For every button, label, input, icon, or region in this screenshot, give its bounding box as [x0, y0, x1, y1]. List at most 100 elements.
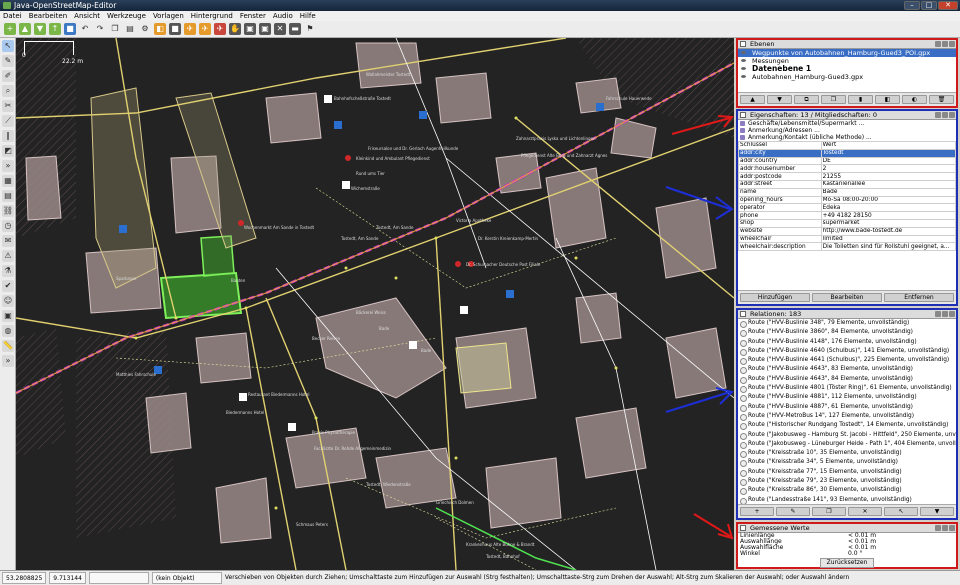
add-tag-button[interactable]: Hinzufügen [740, 293, 810, 302]
measurement-toggle-icon[interactable]: 📏 [2, 340, 14, 352]
menu-vorlagen[interactable]: Vorlagen [153, 11, 184, 21]
remove-tag-button[interactable]: Entfernen [884, 293, 954, 302]
duplicate-relation-icon[interactable]: ❐ [812, 507, 846, 516]
panel-detach-icon[interactable] [935, 41, 941, 47]
zoom-tool-icon[interactable]: ⌕ [2, 85, 14, 97]
paint-tool-icon[interactable]: ✐ [2, 70, 14, 82]
tag-key[interactable]: wheelchair [738, 234, 822, 244]
extrude-icon[interactable]: ◩ [2, 145, 14, 157]
panel-close-icon[interactable] [949, 525, 955, 531]
move-down-icon[interactable]: ▼ [767, 95, 792, 104]
tag-key[interactable]: name [738, 187, 822, 197]
table-row[interactable]: opening_hours Mo-Sa 08:00-20:00 [738, 195, 957, 205]
tag-key[interactable]: website [738, 226, 822, 236]
draw-tool-icon[interactable]: ✎ [2, 55, 14, 67]
delete-layer-icon[interactable]: 🗑 [929, 95, 954, 104]
panel-collapse-icon[interactable] [740, 525, 746, 531]
tag-key[interactable]: operator [738, 203, 822, 213]
layer-row[interactable]: Datenebene 1 [738, 65, 956, 73]
preset-link[interactable]: Anmerkung/Kontakt (übliche Methode) ... [738, 134, 956, 141]
list-item[interactable]: Route ("Kreisstraße 10", 35 Elemente, un… [738, 449, 956, 459]
properties-toggle-icon[interactable]: ▤ [2, 190, 14, 202]
tag-value[interactable]: 21255 [820, 172, 957, 181]
panel-collapse-icon[interactable] [740, 41, 746, 47]
tag-value[interactable]: DE [820, 156, 957, 166]
tool-a-icon[interactable]: ✈ [184, 23, 196, 35]
save-icon[interactable]: ■ [64, 23, 76, 35]
panel-close-icon[interactable] [949, 112, 955, 118]
tag-value[interactable]: supermarket [820, 218, 957, 228]
tag-value[interactable]: Tostedt [820, 148, 957, 158]
map-paint-icon[interactable]: ◍ [2, 325, 14, 337]
flag-icon[interactable]: ⚑ [304, 23, 316, 35]
merge-icon[interactable]: ⧉ [794, 95, 819, 104]
tag-value[interactable]: +49 4182 28150 [820, 211, 957, 220]
tag-value[interactable]: 2 [820, 164, 957, 174]
bus-icon[interactable]: ▣ [259, 23, 271, 35]
table-row[interactable]: name Bade [738, 187, 957, 197]
table-row[interactable]: addr:postcode 21255 [738, 172, 957, 181]
undo-icon[interactable]: ↶ [79, 23, 91, 35]
tag-key[interactable]: addr:street [738, 179, 822, 189]
tag-value[interactable]: Die Toiletten sind für Rollstuhl geeigne… [820, 242, 957, 252]
tool-b-icon[interactable]: ✈ [199, 23, 211, 35]
key-column-header[interactable]: Schlüssel [738, 141, 822, 150]
tag-value[interactable]: Edeka [820, 203, 957, 213]
parallel-way-icon[interactable]: ∥ [2, 130, 14, 142]
table-row[interactable]: operator Edeka [738, 203, 957, 213]
layer-opacity-icon[interactable]: ◐ [902, 95, 927, 104]
delete-relation-icon[interactable]: ✕ [848, 507, 882, 516]
preset-link[interactable]: Geschäfte/Lebensmittel/Supermarkt ... [738, 120, 956, 127]
conflict-toggle-icon[interactable]: ⚠ [2, 250, 14, 262]
download-icon[interactable]: ▼ [34, 23, 46, 35]
expand-icon[interactable]: » [2, 160, 14, 172]
list-item[interactable]: Route ("Kreisstraße 86", 30 Elemente, un… [738, 486, 956, 496]
panel-detach-icon[interactable] [935, 112, 941, 118]
panel-collapse-icon[interactable] [740, 311, 746, 317]
menu-hintergrund[interactable]: Hintergrund [191, 11, 233, 21]
list-item[interactable]: Route ("HVV-Buslinie 4643", 84 Elemente,… [738, 375, 956, 385]
hand-icon[interactable]: ✋ [229, 23, 241, 35]
table-row[interactable]: addr:city Tostedt [738, 148, 957, 158]
table-row[interactable]: shop supermarket [738, 218, 957, 228]
list-item[interactable]: Route ("HVV-Buslinie 3860", 84 Elemente,… [738, 328, 956, 338]
tag-key[interactable]: opening_hours [738, 195, 822, 205]
value-column-header[interactable]: Wert [820, 141, 957, 150]
list-item[interactable]: Route ("Historischer Rundgang Tostedt", … [738, 421, 956, 431]
tag-key[interactable]: addr:country [738, 156, 822, 166]
map-view[interactable]: 0 22.2 m Wallahmeister Tostedt Bahnhofsc… [16, 38, 734, 570]
upload-icon[interactable]: ↑ [49, 23, 61, 35]
menu-fenster[interactable]: Fenster [240, 11, 266, 21]
panel-minimize-icon[interactable] [942, 311, 948, 317]
list-item[interactable]: Route ("HVV-MetroBus 14", 127 Elemente, … [738, 412, 956, 422]
new-layer-icon[interactable]: + [4, 23, 16, 35]
panel-minimize-icon[interactable] [942, 112, 948, 118]
tag-key[interactable]: addr:postcode [738, 172, 822, 181]
map-canvas[interactable] [16, 38, 734, 570]
table-row[interactable]: phone +49 4182 28150 [738, 211, 957, 220]
improve-way-icon[interactable]: ⟋ [2, 115, 14, 127]
validation-toggle-icon[interactable]: ✔ [2, 280, 14, 292]
tag-value[interactable]: Kastanienallee [820, 179, 957, 189]
list-item[interactable]: Route ("HVV-Buslinie 4643", 83 Elemente,… [738, 365, 956, 375]
table-row[interactable]: addr:housenumber 2 [738, 164, 957, 174]
move-up-icon[interactable]: ▲ [740, 95, 765, 104]
list-item[interactable]: Route ("Jakobusweg - Lüneburger Heide - … [738, 440, 956, 450]
layer-row[interactable]: Wegpunkte von Autobahnen_Hamburg-Gued3_P… [738, 49, 956, 57]
list-item[interactable]: Route ("Jakobusweg - Hamburg St. Jacobi … [738, 431, 956, 440]
maximize-button[interactable]: □ [921, 1, 937, 10]
list-item[interactable]: Route ("HVV-Buslinie 4801 (Töster Ring)"… [738, 384, 956, 394]
select-tool-icon[interactable]: ↖ [2, 40, 14, 52]
open-file-icon[interactable]: ▲ [19, 23, 31, 35]
eye-icon[interactable] [741, 51, 746, 54]
tag-value[interactable]: limited [820, 234, 957, 244]
list-item[interactable]: Route ("HVV-Buslinie 348", 79 Elemente, … [738, 319, 956, 329]
list-item[interactable]: Route ("HVV-Buslinie 4148", 176 Elemente… [738, 338, 956, 347]
wireframe-icon[interactable]: ◧ [154, 23, 166, 35]
author-toggle-icon[interactable]: ☺ [2, 295, 14, 307]
history-toggle-icon[interactable]: ◷ [2, 220, 14, 232]
panel-close-icon[interactable] [949, 41, 955, 47]
tag-key[interactable]: shop [738, 218, 822, 228]
eye-icon[interactable] [741, 67, 746, 70]
menu-ansicht[interactable]: Ansicht [74, 11, 100, 21]
